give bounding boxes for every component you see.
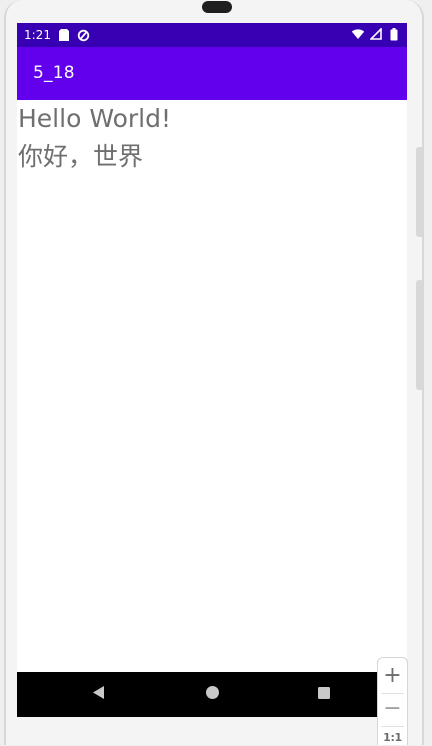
navigation-bar	[17, 672, 407, 717]
sync-icon	[77, 28, 91, 42]
phone-screen: 1:21 5_18 Hello World! 你好，世界	[17, 23, 407, 717]
zoom-in-button[interactable]: +	[378, 662, 407, 690]
hello-world-text: Hello World!	[18, 104, 171, 133]
zoom-divider	[381, 726, 404, 727]
sd-card-icon	[57, 28, 71, 42]
wifi-icon	[351, 27, 365, 41]
home-button[interactable]	[182, 672, 242, 717]
power-button	[416, 280, 422, 390]
zoom-out-button[interactable]: −	[378, 695, 407, 723]
status-bar: 1:21	[17, 23, 407, 47]
recents-icon	[317, 685, 331, 704]
app-bar: 5_18	[17, 47, 407, 100]
signal-icon	[369, 27, 383, 41]
app-title: 5_18	[33, 63, 75, 83]
chinese-greeting-text: 你好，世界	[18, 142, 144, 171]
back-button[interactable]	[68, 672, 128, 717]
battery-icon	[387, 27, 401, 41]
back-icon	[91, 685, 105, 704]
speaker-grille	[202, 1, 232, 13]
status-right	[351, 27, 401, 41]
recents-button[interactable]	[294, 672, 354, 717]
content-area: Hello World! 你好，世界	[17, 100, 407, 672]
zoom-controls: + − 1:1	[377, 657, 408, 745]
zoom-divider	[381, 693, 404, 694]
status-left: 1:21	[24, 27, 91, 43]
home-icon	[205, 685, 220, 704]
status-time: 1:21	[24, 28, 51, 42]
actual-size-button[interactable]: 1:1	[378, 728, 407, 746]
volume-button	[416, 147, 422, 237]
